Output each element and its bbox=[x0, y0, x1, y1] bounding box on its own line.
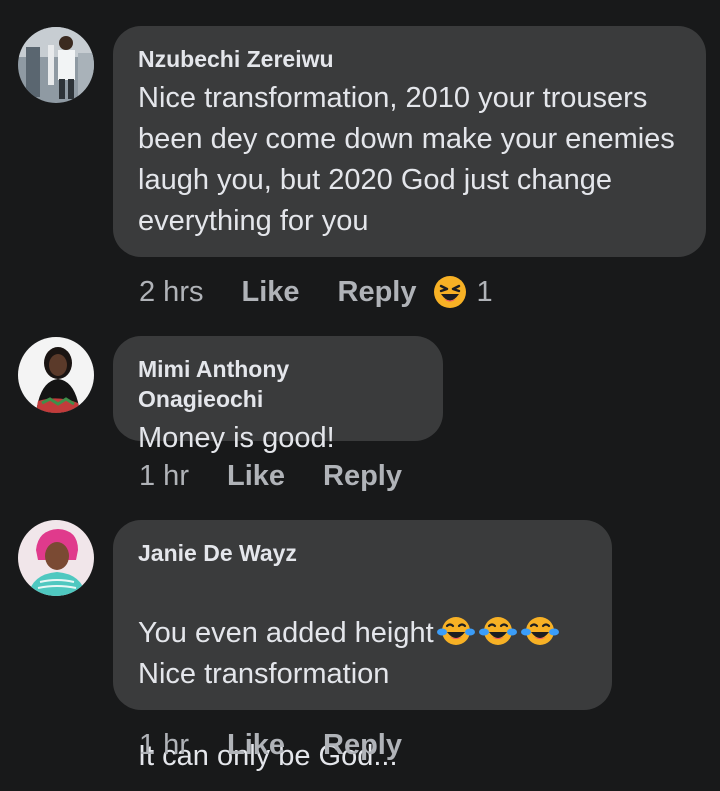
avatar[interactable] bbox=[18, 27, 94, 103]
comment-text-line: You even added height bbox=[138, 617, 434, 649]
reply-button[interactable]: Reply bbox=[323, 729, 402, 762]
comment-timestamp[interactable]: 2 hrs bbox=[139, 276, 203, 309]
comments-feed: Nzubechi Zereiwu Nice transformation, 20… bbox=[0, 0, 720, 791]
comment-actions: 2 hrs Like Reply 1 bbox=[139, 272, 493, 312]
comment-actions: 1 hr Like Reply bbox=[139, 456, 418, 496]
like-button[interactable]: Like bbox=[227, 729, 285, 762]
comment-actions: 1 hr Like Reply bbox=[139, 725, 418, 765]
tears-of-joy-emoji-icon bbox=[436, 617, 475, 645]
comment-author[interactable]: Janie De Wayz bbox=[138, 538, 586, 568]
avatar[interactable] bbox=[18, 520, 94, 596]
comment-bubble: Nzubechi Zereiwu Nice transformation, 20… bbox=[113, 26, 706, 257]
comment-author[interactable]: Nzubechi Zereiwu bbox=[138, 44, 680, 74]
comment-text-line: Nice transformation bbox=[138, 658, 390, 690]
tears-of-joy-emoji-icon bbox=[478, 617, 517, 645]
avatar[interactable] bbox=[18, 337, 94, 413]
comment-timestamp[interactable]: 1 hr bbox=[139, 460, 189, 493]
like-button[interactable]: Like bbox=[241, 276, 299, 309]
laughing-squint-emoji-icon bbox=[433, 276, 466, 308]
comment-text: Money is good! bbox=[138, 422, 335, 454]
comment-text: Nice transformation, 2010 your trousers … bbox=[138, 82, 675, 237]
comment-author[interactable]: Mimi Anthony Onagieochi bbox=[138, 354, 417, 414]
comment-bubble: Mimi Anthony Onagieochi Money is good! bbox=[113, 336, 443, 454]
comment-bubble: Janie De Wayz You even added height Nice… bbox=[113, 520, 612, 772]
reaction-count: 1 bbox=[476, 275, 493, 308]
comment-timestamp[interactable]: 1 hr bbox=[139, 729, 189, 762]
reply-button[interactable]: Reply bbox=[323, 460, 402, 493]
like-button[interactable]: Like bbox=[227, 460, 285, 493]
reply-button[interactable]: Reply bbox=[338, 276, 417, 309]
reaction-summary[interactable]: 1 bbox=[433, 275, 493, 309]
tears-of-joy-emoji-icon bbox=[520, 617, 559, 645]
